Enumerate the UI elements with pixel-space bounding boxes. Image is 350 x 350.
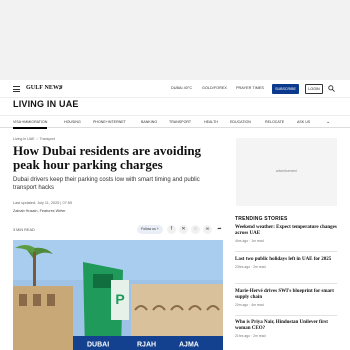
- trending-story-title[interactable]: Who is Priya Nair, Hindustan Unilever fi…: [235, 320, 340, 332]
- nav-item-housing[interactable]: HOUSING: [64, 120, 81, 124]
- nav-item-education[interactable]: EDUCATION: [230, 120, 251, 124]
- trending-story-title[interactable]: Last two public holidays left in UAE for…: [235, 257, 340, 263]
- link-icon[interactable]: ∞: [203, 225, 212, 234]
- follow-us-label: Follow us: [141, 227, 156, 231]
- trending-story-meta: 23hrs ago · 2m read: [235, 265, 266, 269]
- weather-link[interactable]: DUBAI 40°C: [171, 86, 192, 90]
- whatsapp-icon[interactable]: ◌: [191, 225, 200, 234]
- trending-story[interactable]: Who is Priya Nair, Hindustan Unilever fi…: [235, 320, 340, 338]
- menu-icon[interactable]: [13, 86, 20, 92]
- nav-item-ask-us[interactable]: ASK US: [297, 120, 310, 124]
- svg-text:P: P: [115, 291, 124, 307]
- author-byline[interactable]: Zainab Husain, Features Writer: [13, 209, 66, 213]
- sign-text-dubai: DUBAI: [87, 342, 109, 349]
- breadcrumb: Living in UAE / Transport: [13, 137, 55, 141]
- x-icon[interactable]: ✕: [179, 225, 188, 234]
- trending-story[interactable]: Weekend weather: Expect temperature chan…: [235, 225, 340, 243]
- login-button[interactable]: LOGIN: [305, 84, 323, 94]
- active-nav-indicator: [13, 127, 47, 129]
- nav-item-transport[interactable]: TRANSPORT: [169, 120, 191, 124]
- article-headline: How Dubai residents are avoiding peak ho…: [13, 143, 202, 172]
- nav-item-banking[interactable]: BANKING: [141, 120, 157, 124]
- subscribe-button[interactable]: SUBSCRIBE: [272, 84, 299, 94]
- breadcrumb-living-in-uae[interactable]: Living in UAE: [13, 137, 35, 141]
- trending-story-meta: 20m ago · 4m read: [235, 303, 264, 307]
- article-subheading: Dubai drivers keep their parking costs l…: [13, 177, 200, 191]
- trending-stories-title: TRENDING STORIES: [235, 216, 288, 222]
- last-updated: Last updated: July 11, 2025 | 07:55: [13, 201, 72, 205]
- sidebar-advertisement[interactable]: advertisement: [236, 138, 337, 206]
- parking-meter-photo: P DUBAI RJAH AJMA: [13, 240, 223, 350]
- ad-label: advertisement: [275, 169, 298, 173]
- trending-story-title[interactable]: Marie-Hervé drives SWI's blueprint for s…: [235, 289, 340, 301]
- sign-text-ajman: AJMA: [179, 342, 199, 349]
- nav-item-health[interactable]: HEALTH: [204, 120, 218, 124]
- trending-story[interactable]: Last two public holidays left in UAE for…: [235, 257, 340, 269]
- top-ad-banner: [0, 0, 350, 80]
- nav-item-relocate[interactable]: RELOCATE: [265, 120, 284, 124]
- site-header: GULF NEWS ✓ DUBAI 40°C GOLD/FOREX PRAYER…: [0, 80, 350, 98]
- trending-story-title[interactable]: Weekend weather: Expect temperature chan…: [235, 225, 340, 237]
- category-nav: VISA+IMMIGRATION HOUSING PHONE+INTERNET …: [0, 115, 350, 129]
- nav-item-phone-internet[interactable]: PHONE+INTERNET: [93, 120, 126, 124]
- breadcrumb-transport[interactable]: Transport: [40, 137, 55, 141]
- share-icon[interactable]: ➦: [215, 225, 224, 234]
- nav-item-visa-immigration[interactable]: VISA+IMMIGRATION: [13, 120, 47, 124]
- chevron-down-icon[interactable]: ⌄: [326, 119, 330, 125]
- divider: [235, 283, 337, 284]
- prayer-times-link[interactable]: PRAYER TIMES: [236, 86, 264, 90]
- follow-us-button[interactable]: Follow us +: [137, 225, 163, 234]
- sign-text-sharjah: RJAH: [137, 342, 156, 349]
- facebook-icon[interactable]: f: [167, 225, 176, 234]
- read-time: 3 MIN READ: [13, 228, 35, 232]
- trending-story-meta: 4hrs ago · 1m read: [235, 239, 264, 243]
- search-icon[interactable]: [328, 85, 335, 92]
- article-photo: P DUBAI RJAH AJMA: [13, 240, 223, 350]
- gold-forex-link[interactable]: GOLD/FOREX: [202, 86, 227, 90]
- trending-story[interactable]: Marie-Hervé drives SWI's blueprint for s…: [235, 289, 340, 307]
- divider: [235, 315, 337, 316]
- divider: [235, 251, 337, 252]
- logo-mark-icon: ✓: [58, 85, 64, 92]
- trending-story-meta: 21hrs ago · 2m read: [235, 334, 266, 338]
- section-title[interactable]: LIVING IN UAE: [13, 99, 79, 109]
